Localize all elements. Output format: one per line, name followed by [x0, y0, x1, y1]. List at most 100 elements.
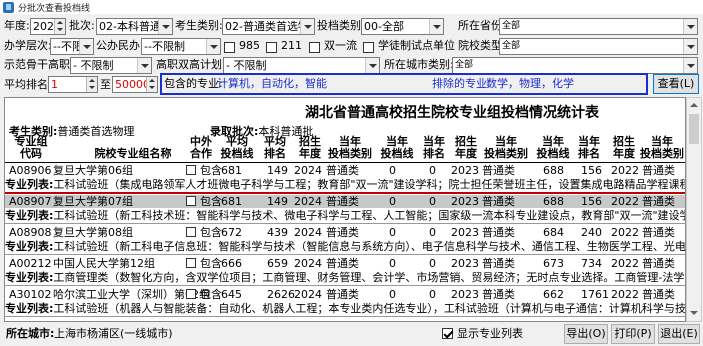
print-button[interactable]: 打印(P)	[611, 324, 655, 344]
spinner-arrows-icon[interactable]	[54, 19, 65, 34]
major-list-label: 专业列表:	[5, 302, 54, 315]
chevron-down-icon	[683, 58, 697, 73]
cell-t1: 普通类	[326, 288, 359, 301]
table-row[interactable]: A00212 中国人民大学第12组 666 659 2024 普通类 0 0 2023 普通类 67…	[5, 257, 685, 270]
vertical-scrollbar[interactable]	[686, 97, 702, 322]
cast-type-value: 00-全部	[364, 20, 404, 33]
cell-r1: 0	[429, 226, 436, 239]
year-spinner[interactable]: 2024	[30, 18, 66, 35]
spinner-arrows-icon[interactable]	[86, 77, 97, 92]
cell-t2: 普通类	[482, 288, 515, 301]
col-header-type-2: 当年 投档类别	[484, 135, 528, 160]
cell-t3: 普通类	[642, 226, 675, 239]
cell-y1: 2024	[294, 288, 322, 301]
coop-checkbox[interactable]	[186, 165, 196, 175]
spinner-arrows-icon[interactable]	[146, 77, 157, 92]
scroll-thumb[interactable]	[689, 114, 699, 144]
table-row[interactable]: A08907 复旦大学第07组 681 149 2024 普通类 0 0 2023 普通类 688 1…	[5, 195, 685, 208]
col-header-type-1: 当年 投档类别	[328, 135, 372, 160]
table-row[interactable]: A08908 复旦大学第08组 672 439 2024 普通类 0 0 2023 普通类 684 2…	[5, 226, 685, 239]
major-list-text: 工科试验班（集成电路领军人才班微电子科学与工程；教育部"双一流"建设学科；院士担…	[53, 178, 686, 191]
cell-name: 复旦大学第07组	[53, 195, 133, 208]
col-header-line-2: 当年 投档线	[536, 135, 570, 160]
label-apprentice-pilot: 学徒制试点单位	[378, 39, 455, 52]
major-list-row: 专业列表:工科试验班（集成电路领军人才班微电子科学与工程；教育部"双一流"建设学…	[5, 178, 686, 191]
cast-type-label: 投档类别:	[317, 19, 365, 32]
report-panel: 湖北省普通高校招生院校专业组投档情况统计表 考生类别:普通类首选物理 录取批次:…	[4, 97, 686, 322]
header-divider	[5, 162, 685, 163]
col-header-type-3: 当年 投档类别	[640, 135, 684, 160]
cell-l2: 688	[543, 195, 564, 208]
cell-l1: 0	[389, 288, 396, 301]
chevron-down-icon	[137, 58, 151, 73]
demo-select[interactable]: - 不限制	[70, 57, 152, 74]
checkbox-211[interactable]	[266, 42, 277, 53]
coop-checkbox[interactable]	[186, 289, 196, 299]
rank-to-spinner[interactable]: 500000	[112, 76, 158, 93]
col-header-year-2: 招生 年度	[455, 135, 477, 160]
checkbox-double-first-class[interactable]	[309, 42, 320, 53]
cell-y2: 2023	[451, 257, 479, 270]
public-private-select[interactable]: --不限制	[141, 38, 221, 55]
label-double-first-class: 双一流	[324, 39, 357, 52]
coop-checkbox[interactable]	[186, 196, 196, 206]
exclude-majors-input[interactable]: 数学，物理，化学	[484, 76, 644, 93]
cell-r2: 156	[581, 195, 602, 208]
batch-select[interactable]: 02-本科普通批	[96, 18, 173, 35]
show-major-list-checkbox[interactable]	[442, 328, 453, 339]
chevron-down-icon	[683, 19, 697, 34]
school-level-select[interactable]: --不限制	[50, 38, 94, 55]
include-majors-input[interactable]: 计算机，自动化，智能	[215, 76, 421, 93]
cell-l1: 0	[389, 257, 396, 270]
chevron-down-icon	[206, 39, 220, 54]
cell-r2: 734	[581, 257, 602, 270]
province-select[interactable]: 全部	[499, 18, 698, 35]
show-major-list-label: 显示专业列表	[457, 327, 523, 340]
major-list-row: 专业列表:工商管理类（数智化方向，含双学位项目；工商管理、财务管理、会计学、市场…	[5, 271, 685, 284]
footer-city-label: 所在城市:	[6, 327, 55, 340]
city-type-label: 所在城市类别:	[384, 58, 454, 71]
checkbox-985[interactable]	[224, 42, 235, 53]
exit-button[interactable]: 退出(E)	[658, 324, 700, 344]
scroll-down-icon[interactable]	[687, 307, 701, 321]
batch-label: 批次:	[69, 19, 95, 32]
chevron-down-icon	[683, 39, 697, 54]
col-header-line-1: 当年 投档线	[380, 135, 414, 160]
chevron-down-icon	[365, 58, 379, 73]
export-button[interactable]: 导出(O)	[564, 324, 608, 344]
major-list-row: 专业列表:工科试验班（新工科电子信息班：智能科学与技术（智能信息与系统方向）、电…	[5, 240, 685, 253]
major-list-label: 专业列表:	[5, 209, 54, 222]
cell-t1: 普通类	[326, 164, 359, 177]
cell-r2: 240	[581, 226, 602, 239]
col-header-year-3: 招生 年度	[613, 135, 635, 160]
cell-y1: 2024	[294, 195, 322, 208]
cell-y2: 2023	[451, 195, 479, 208]
coop-checkbox[interactable]	[186, 227, 196, 237]
row-divider	[5, 223, 685, 224]
school-type-value: 全部	[502, 41, 521, 51]
cell-coop: 包含	[200, 164, 222, 177]
cell-avg-line: 681	[221, 195, 242, 208]
include-majors-value: 计算机，自动化，智能	[217, 77, 327, 90]
cast-type-select[interactable]: 00-全部	[361, 18, 444, 35]
table-row[interactable]: A30102 哈尔滨工业大学（深圳）第02组 645 2626 2024 普通类 0 0 202…	[5, 288, 685, 301]
city-type-select[interactable]: 全部	[452, 57, 698, 74]
major-list-text: 工商管理类（数智化方向，含双学位项目；工商管理、财务管理、会计学、市场营销、贸易…	[53, 271, 685, 284]
rank-from-spinner[interactable]: 1	[48, 76, 98, 93]
cell-r1: 0	[429, 195, 436, 208]
major-list-text: 工科试验班（机器人与智能装备：自动化、机器人工程；本专业类内任选专业），工科试验…	[53, 302, 686, 315]
include-label: 包含的专业:	[164, 77, 223, 90]
row-divider	[5, 254, 685, 255]
demo-label: 示范骨干高职:	[4, 58, 74, 71]
double-high-select[interactable]: - 不限制	[223, 57, 380, 74]
query-button[interactable]: 查看(L)	[653, 74, 699, 94]
checkbox-apprentice-pilot[interactable]	[363, 42, 374, 53]
school-type-select[interactable]: 全部	[499, 38, 698, 55]
cell-l1: 0	[389, 164, 396, 177]
student-type-select[interactable]: 02-普通类首选物理	[222, 18, 315, 35]
table-row[interactable]: A08906 复旦大学第06组 681 149 2024 普通类 0 0 2023 普通类 688 1…	[5, 164, 685, 177]
scroll-up-icon[interactable]	[687, 98, 701, 112]
exclude-majors-value: 数学，物理，化学	[486, 77, 574, 90]
cell-r1: 0	[429, 257, 436, 270]
coop-checkbox[interactable]	[186, 258, 196, 268]
